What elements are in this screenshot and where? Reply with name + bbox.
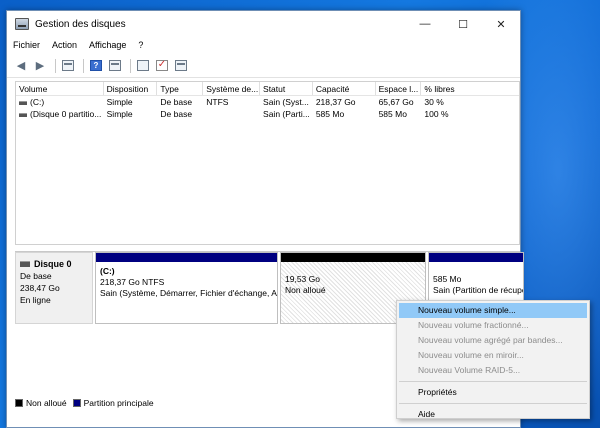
legend-swatch xyxy=(15,399,23,407)
cell-filesystem: NTFS xyxy=(206,97,229,107)
menu-item-new-spanned-volume[interactable]: Nouveau volume fractionné... xyxy=(397,318,589,333)
disk-0-label[interactable]: Disque 0 De base 238,47 Go En ligne xyxy=(15,252,93,324)
cell-disposition: Simple xyxy=(106,97,133,107)
settings-icon[interactable] xyxy=(173,58,189,74)
partition-color-bar xyxy=(429,253,523,262)
column-header-disposition[interactable]: Disposition xyxy=(104,82,158,95)
menu-separator xyxy=(399,381,587,382)
menu-help[interactable]: ? xyxy=(138,40,143,50)
disk-status: En ligne xyxy=(20,295,51,305)
toolbar-separator xyxy=(55,58,56,73)
partition-status: Sain (Système, Démarrer, Fichier d'échan… xyxy=(100,288,277,298)
cell-status: Sain (Syst... xyxy=(263,97,309,107)
partition-size: 19,53 Go xyxy=(285,274,320,284)
cell-percent-free: 30 % xyxy=(424,97,444,107)
column-header-filesystem[interactable]: Système de... xyxy=(203,82,261,95)
help-icon[interactable]: ? xyxy=(88,58,104,74)
disk-size: 238,47 Go xyxy=(20,283,60,293)
volume-icon xyxy=(19,112,27,117)
window-title: Gestion des disques xyxy=(35,18,126,30)
cell-disposition: Simple xyxy=(106,109,133,119)
legend-swatch xyxy=(72,399,81,407)
maximize-button[interactable]: ☐ xyxy=(444,11,482,37)
cell-type: De base xyxy=(160,109,193,119)
disk-management-app-icon xyxy=(15,18,29,30)
legend-label: Partition principale xyxy=(83,398,154,408)
menu-item-new-simple-volume[interactable]: Nouveau volume simple... xyxy=(399,303,587,318)
disk-name: Disque 0 xyxy=(34,259,72,269)
legend-item-primary: Partition principale xyxy=(72,398,154,408)
toolbar-separator xyxy=(83,58,84,73)
menu-affichage[interactable]: Affichage xyxy=(89,40,126,50)
volume-icon xyxy=(19,100,27,105)
cell-capacity: 218,37 Go xyxy=(315,97,356,107)
column-header-capacity[interactable]: Capacité xyxy=(313,82,376,95)
title-bar[interactable]: Gestion des disques — ☐ ✕ xyxy=(7,11,520,37)
menu-item-help[interactable]: Aide xyxy=(397,407,589,422)
context-menu: Nouveau volume simple... Nouveau volume … xyxy=(396,300,590,419)
legend-label: Non alloué xyxy=(26,398,67,408)
table-row[interactable]: (Disque 0 partitio... Simple De base Sai… xyxy=(16,108,519,120)
disk-type: De base xyxy=(20,271,52,281)
partition-size: 585 Mo xyxy=(433,274,462,284)
column-header-percent-free[interactable]: % libres xyxy=(421,82,519,95)
column-header-type[interactable]: Type xyxy=(157,82,204,95)
volume-list-icon[interactable] xyxy=(107,58,123,74)
table-row[interactable]: (C:) Simple De base NTFS Sain (Syst... 2… xyxy=(16,96,519,108)
close-button[interactable]: ✕ xyxy=(482,11,520,37)
legend-item-unallocated: Non alloué xyxy=(15,398,67,408)
menu-item-new-striped-volume[interactable]: Nouveau volume agrégé par bandes... xyxy=(397,333,589,348)
menu-item-new-mirrored-volume[interactable]: Nouveau volume en miroir... xyxy=(397,348,589,363)
cell-type: De base xyxy=(160,97,193,107)
legend: Non alloué Partition principale xyxy=(15,398,160,408)
check-icon[interactable]: ✓ xyxy=(154,58,170,74)
cell-capacity: 585 Mo xyxy=(315,109,345,119)
menu-item-new-raid5-volume[interactable]: Nouveau Volume RAID-5... xyxy=(397,363,589,378)
cell-volume: (Disque 0 partitio... xyxy=(16,108,104,120)
partition-size: 218,37 Go NTFS xyxy=(100,277,165,287)
menu-fichier[interactable]: Fichier xyxy=(13,40,40,50)
volume-list[interactable]: Volume Disposition Type Système de... St… xyxy=(15,81,520,245)
properties-icon[interactable] xyxy=(60,58,76,74)
cell-status: Sain (Parti... xyxy=(263,109,310,119)
minimize-button[interactable]: — xyxy=(406,11,444,37)
column-header-status[interactable]: Statut xyxy=(260,82,313,95)
toolbar: ◀ ▶ ? ✓ xyxy=(7,54,520,78)
menu-action[interactable]: Action xyxy=(52,40,77,50)
back-arrow-icon[interactable]: ◀ xyxy=(13,58,29,74)
table-header: Volume Disposition Type Système de... St… xyxy=(16,82,519,96)
toolbar-separator xyxy=(130,58,131,73)
rescan-icon[interactable] xyxy=(135,58,151,74)
partition-color-bar xyxy=(281,253,425,262)
partition-color-bar xyxy=(96,253,277,262)
column-header-volume[interactable]: Volume xyxy=(16,82,104,95)
partition-status: Non alloué xyxy=(285,285,326,295)
menu-separator xyxy=(399,403,587,404)
partition-label: (C:) xyxy=(100,266,115,276)
column-header-free-space[interactable]: Espace l... xyxy=(376,82,422,95)
cell-volume: (C:) xyxy=(16,96,104,108)
menu-bar: Fichier Action Affichage ? xyxy=(7,37,520,53)
cell-free-space: 585 Mo xyxy=(378,109,407,119)
cell-percent-free: 100 % xyxy=(424,109,449,119)
partition-status: Sain (Partition de récupé xyxy=(433,285,523,295)
hard-disk-icon xyxy=(20,261,30,267)
cell-free-space: 65,67 Go xyxy=(378,97,414,107)
forward-arrow-icon[interactable]: ▶ xyxy=(32,58,48,74)
partition-c[interactable]: (C:) 218,37 Go NTFS Sain (Système, Démar… xyxy=(95,252,278,324)
menu-item-properties[interactable]: Propriétés xyxy=(397,385,589,400)
cell-filesystem xyxy=(203,108,260,120)
